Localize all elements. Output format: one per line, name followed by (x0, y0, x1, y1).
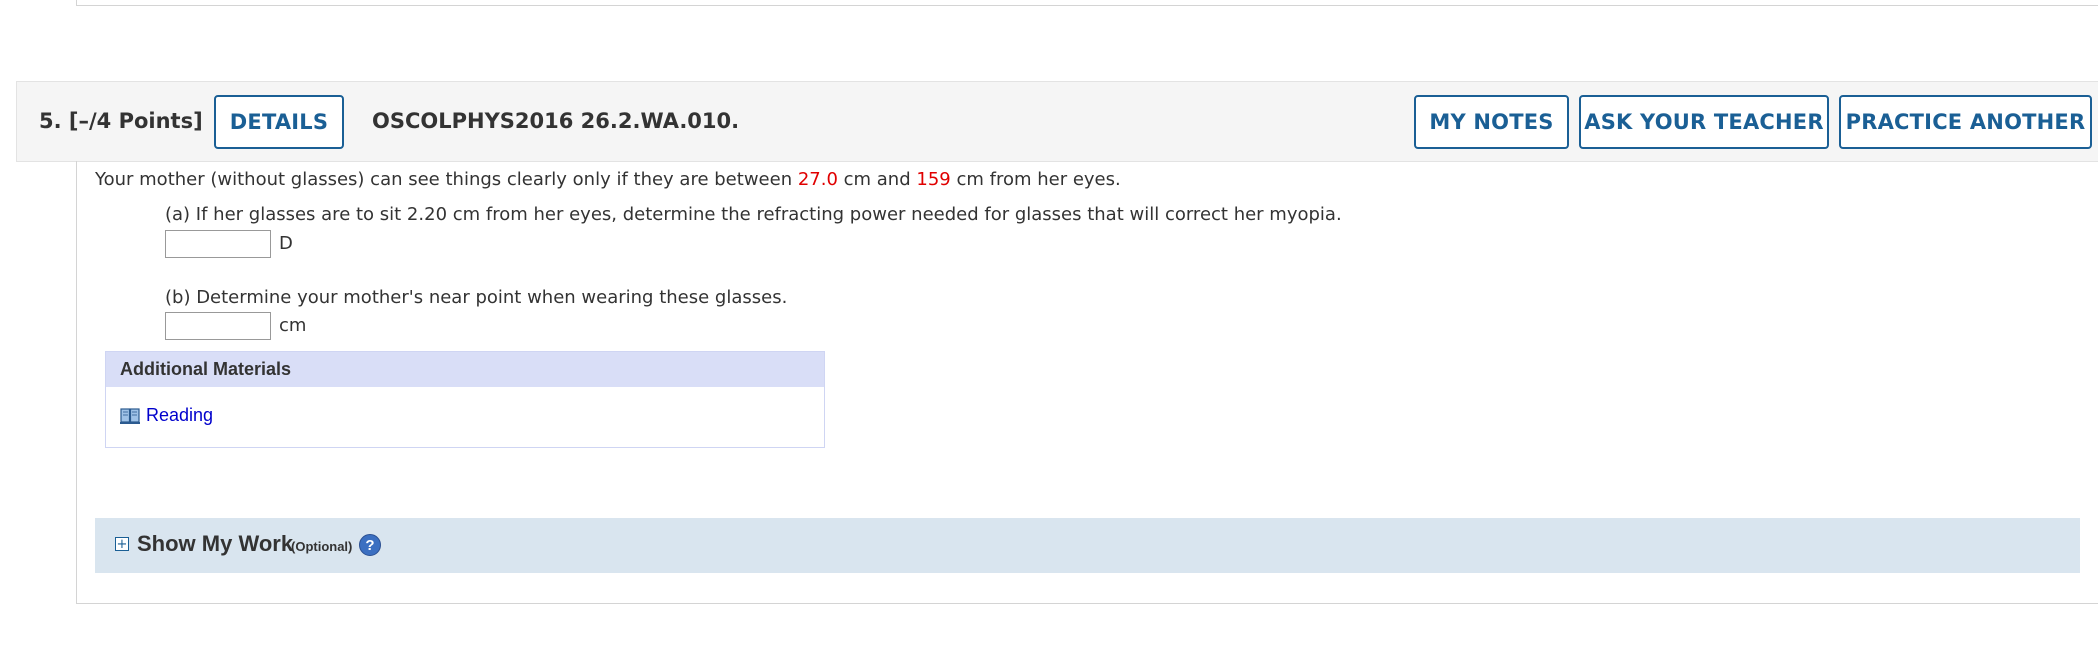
additional-materials-header: Additional Materials (106, 352, 824, 387)
my-notes-button[interactable]: MY NOTES (1414, 95, 1569, 149)
part-a-prompt: (a) If her glasses are to sit 2.20 cm fr… (165, 204, 1342, 225)
stem-value-far: 159 (916, 169, 951, 190)
reading-link[interactable]: Reading (120, 405, 213, 426)
expand-plus-icon[interactable]: + (115, 537, 129, 551)
question-stem: Your mother (without glasses) can see th… (95, 169, 1121, 190)
stem-text-after: cm from her eyes. (950, 169, 1121, 190)
show-my-work-bar[interactable]: + Show My Work (Optional) ? (95, 518, 2080, 573)
previous-question-box (76, 0, 2098, 6)
stem-value-near: 27.0 (797, 169, 838, 190)
question-code: OSCOLPHYS2016 26.2.WA.010. (372, 109, 740, 133)
practice-another-button[interactable]: PRACTICE ANOTHER (1839, 95, 2092, 149)
additional-materials-panel: Additional Materials Reading (105, 351, 825, 448)
part-a-unit: D (279, 233, 293, 254)
stem-text-before: Your mother (without glasses) can see th… (95, 169, 798, 190)
help-icon[interactable]: ? (359, 534, 381, 556)
ask-your-teacher-button[interactable]: ASK YOUR TEACHER (1579, 95, 1829, 149)
part-b-prompt: (b) Determine your mother's near point w… (165, 287, 788, 308)
details-button[interactable]: DETAILS (214, 95, 344, 149)
question-body: Your mother (without glasses) can see th… (76, 161, 2098, 604)
reading-link-label: Reading (146, 405, 214, 425)
stem-text-middle: cm and (837, 169, 917, 190)
part-a-answer-input[interactable] (165, 230, 271, 258)
part-b-unit: cm (279, 315, 307, 336)
show-my-work-optional-label: (Optional) (291, 539, 353, 554)
part-b-answer-input[interactable] (165, 312, 271, 340)
question-header: 5. [–/4 Points] DETAILS OSCOLPHYS2016 26… (16, 81, 2098, 162)
show-my-work-title[interactable]: Show My Work (137, 531, 293, 557)
question-number: 5. [–/4 Points] (39, 109, 203, 133)
book-icon (120, 407, 140, 424)
